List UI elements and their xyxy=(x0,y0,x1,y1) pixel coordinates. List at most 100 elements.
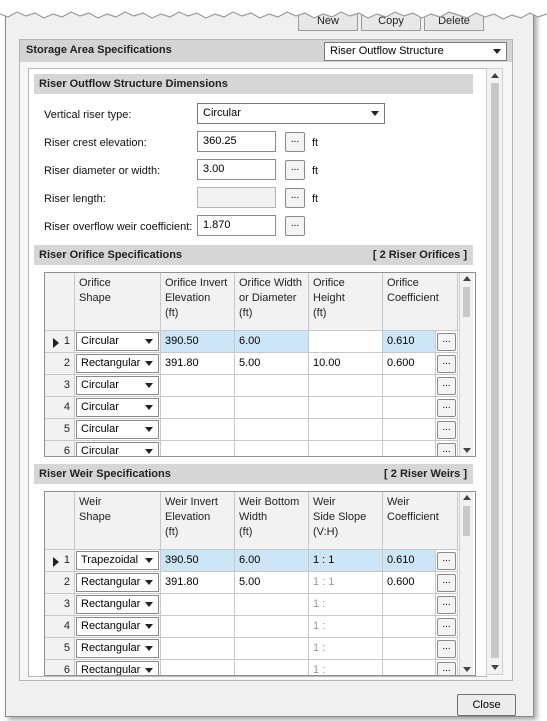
row-ellipsis-button[interactable]: ... xyxy=(437,640,456,658)
grid-cell[interactable] xyxy=(235,375,309,397)
grid-cell[interactable] xyxy=(235,441,309,456)
grid-cell[interactable]: 6.00 xyxy=(235,331,309,353)
grid-cell[interactable] xyxy=(235,638,309,660)
grid-cell[interactable]: 0.610 xyxy=(383,550,436,572)
grid-cell[interactable] xyxy=(161,660,235,675)
grid-cell[interactable]: 390.50 xyxy=(161,331,235,353)
row-ellipsis-button[interactable]: ... xyxy=(437,552,456,570)
grid-cell[interactable] xyxy=(383,397,436,419)
grid-cell[interactable]: 1 : xyxy=(309,616,383,638)
row-header[interactable]: 1 xyxy=(45,331,75,353)
grid-cell[interactable]: 1 : xyxy=(309,638,383,660)
grid-cell[interactable]: 390.50 xyxy=(161,550,235,572)
grid-cell[interactable] xyxy=(235,660,309,675)
row-header[interactable]: 5 xyxy=(45,638,75,660)
scroll-thumb[interactable] xyxy=(463,287,470,317)
grid-cell[interactable] xyxy=(161,594,235,616)
shape-select[interactable]: Rectangular xyxy=(76,617,159,636)
grid-cell[interactable] xyxy=(161,441,235,456)
grid-cell[interactable] xyxy=(235,616,309,638)
grid-cell[interactable] xyxy=(309,441,383,456)
scroll-up-icon[interactable] xyxy=(463,495,471,500)
shape-cell[interactable]: Circular xyxy=(75,375,161,397)
shape-cell[interactable]: Trapezoidal xyxy=(75,550,161,572)
shape-cell[interactable]: Rectangular xyxy=(75,353,161,375)
grid-cell[interactable]: 1 : xyxy=(309,660,383,675)
scroll-down-icon[interactable] xyxy=(463,448,471,453)
row-header[interactable]: 6 xyxy=(45,441,75,456)
close-button[interactable]: Close xyxy=(457,694,516,716)
row-ellipsis-button[interactable]: ... xyxy=(437,421,456,439)
grid-cell[interactable] xyxy=(383,419,436,441)
grid-scrollbar[interactable] xyxy=(459,492,473,675)
shape-cell[interactable]: Rectangular xyxy=(75,572,161,594)
grid-cell[interactable] xyxy=(383,616,436,638)
row-header[interactable]: 2 xyxy=(45,353,75,375)
shape-select[interactable]: Circular xyxy=(76,332,159,351)
grid-cell[interactable]: 5.00 xyxy=(235,572,309,594)
riser-length-ellipsis-button[interactable]: ... xyxy=(285,188,305,208)
grid-cell[interactable] xyxy=(235,397,309,419)
scroll-thumb[interactable] xyxy=(463,506,470,536)
grid-cell[interactable]: 1 : xyxy=(309,594,383,616)
riser-diameter-input[interactable]: 3.00 xyxy=(197,159,276,180)
grid-cell[interactable] xyxy=(161,375,235,397)
grid-cell[interactable] xyxy=(235,419,309,441)
grid-cell[interactable] xyxy=(309,419,383,441)
row-header[interactable]: 4 xyxy=(45,397,75,419)
shape-select[interactable]: Rectangular xyxy=(76,661,159,675)
shape-cell[interactable]: Rectangular xyxy=(75,660,161,675)
grid-cell[interactable] xyxy=(235,594,309,616)
grid-cell[interactable]: 1 : 1 xyxy=(309,572,383,594)
scroll-up-icon[interactable] xyxy=(463,276,471,281)
grid-cell[interactable] xyxy=(161,638,235,660)
grid-cell[interactable]: 391.80 xyxy=(161,353,235,375)
grid-cell[interactable] xyxy=(383,441,436,456)
row-ellipsis-button[interactable]: ... xyxy=(437,399,456,417)
view-select[interactable]: Riser Outflow Structure xyxy=(324,42,507,61)
scroll-up-icon[interactable] xyxy=(491,73,499,78)
shape-cell[interactable]: Circular xyxy=(75,419,161,441)
weir-coefficient-ellipsis-button[interactable]: ... xyxy=(285,216,305,236)
riser-diameter-ellipsis-button[interactable]: ... xyxy=(285,160,305,180)
shape-select[interactable]: Rectangular xyxy=(76,354,159,373)
shape-cell[interactable]: Rectangular xyxy=(75,594,161,616)
row-ellipsis-button[interactable]: ... xyxy=(437,618,456,636)
scroll-down-icon[interactable] xyxy=(463,667,471,672)
shape-select[interactable]: Circular xyxy=(76,398,159,417)
row-header[interactable]: 6 xyxy=(45,660,75,675)
row-ellipsis-button[interactable]: ... xyxy=(437,596,456,614)
weir-coefficient-input[interactable]: 1.870 xyxy=(197,215,276,236)
row-header[interactable]: 3 xyxy=(45,594,75,616)
shape-select[interactable]: Circular xyxy=(76,376,159,395)
grid-cell[interactable]: 1 : 1 xyxy=(309,550,383,572)
shape-cell[interactable]: Rectangular xyxy=(75,616,161,638)
shape-select[interactable]: Trapezoidal xyxy=(76,551,159,570)
row-header[interactable]: 3 xyxy=(45,375,75,397)
row-ellipsis-button[interactable]: ... xyxy=(437,355,456,373)
row-ellipsis-button[interactable]: ... xyxy=(437,443,456,456)
grid-cell[interactable]: 0.600 xyxy=(383,572,436,594)
shape-cell[interactable]: Circular xyxy=(75,331,161,353)
grid-cell[interactable] xyxy=(161,419,235,441)
grid-scrollbar[interactable] xyxy=(459,273,473,456)
grid-cell[interactable] xyxy=(161,397,235,419)
shape-select[interactable]: Rectangular xyxy=(76,595,159,614)
grid-cell[interactable] xyxy=(383,638,436,660)
grid-cell[interactable]: 0.610 xyxy=(383,331,436,353)
panel-scrollbar[interactable] xyxy=(486,68,503,675)
scroll-down-icon[interactable] xyxy=(491,665,499,670)
grid-cell[interactable] xyxy=(383,660,436,675)
row-header[interactable]: 4 xyxy=(45,616,75,638)
shape-cell[interactable]: Circular xyxy=(75,397,161,419)
row-header[interactable]: 2 xyxy=(45,572,75,594)
grid-cell[interactable] xyxy=(161,616,235,638)
riser-length-input[interactable] xyxy=(197,187,276,208)
grid-cell[interactable] xyxy=(309,331,383,353)
riser-type-select[interactable]: Circular xyxy=(197,103,385,124)
grid-cell[interactable] xyxy=(309,397,383,419)
row-header[interactable]: 5 xyxy=(45,419,75,441)
grid-cell[interactable]: 10.00 xyxy=(309,353,383,375)
grid-cell[interactable]: 5.00 xyxy=(235,353,309,375)
scroll-thumb[interactable] xyxy=(491,83,499,658)
